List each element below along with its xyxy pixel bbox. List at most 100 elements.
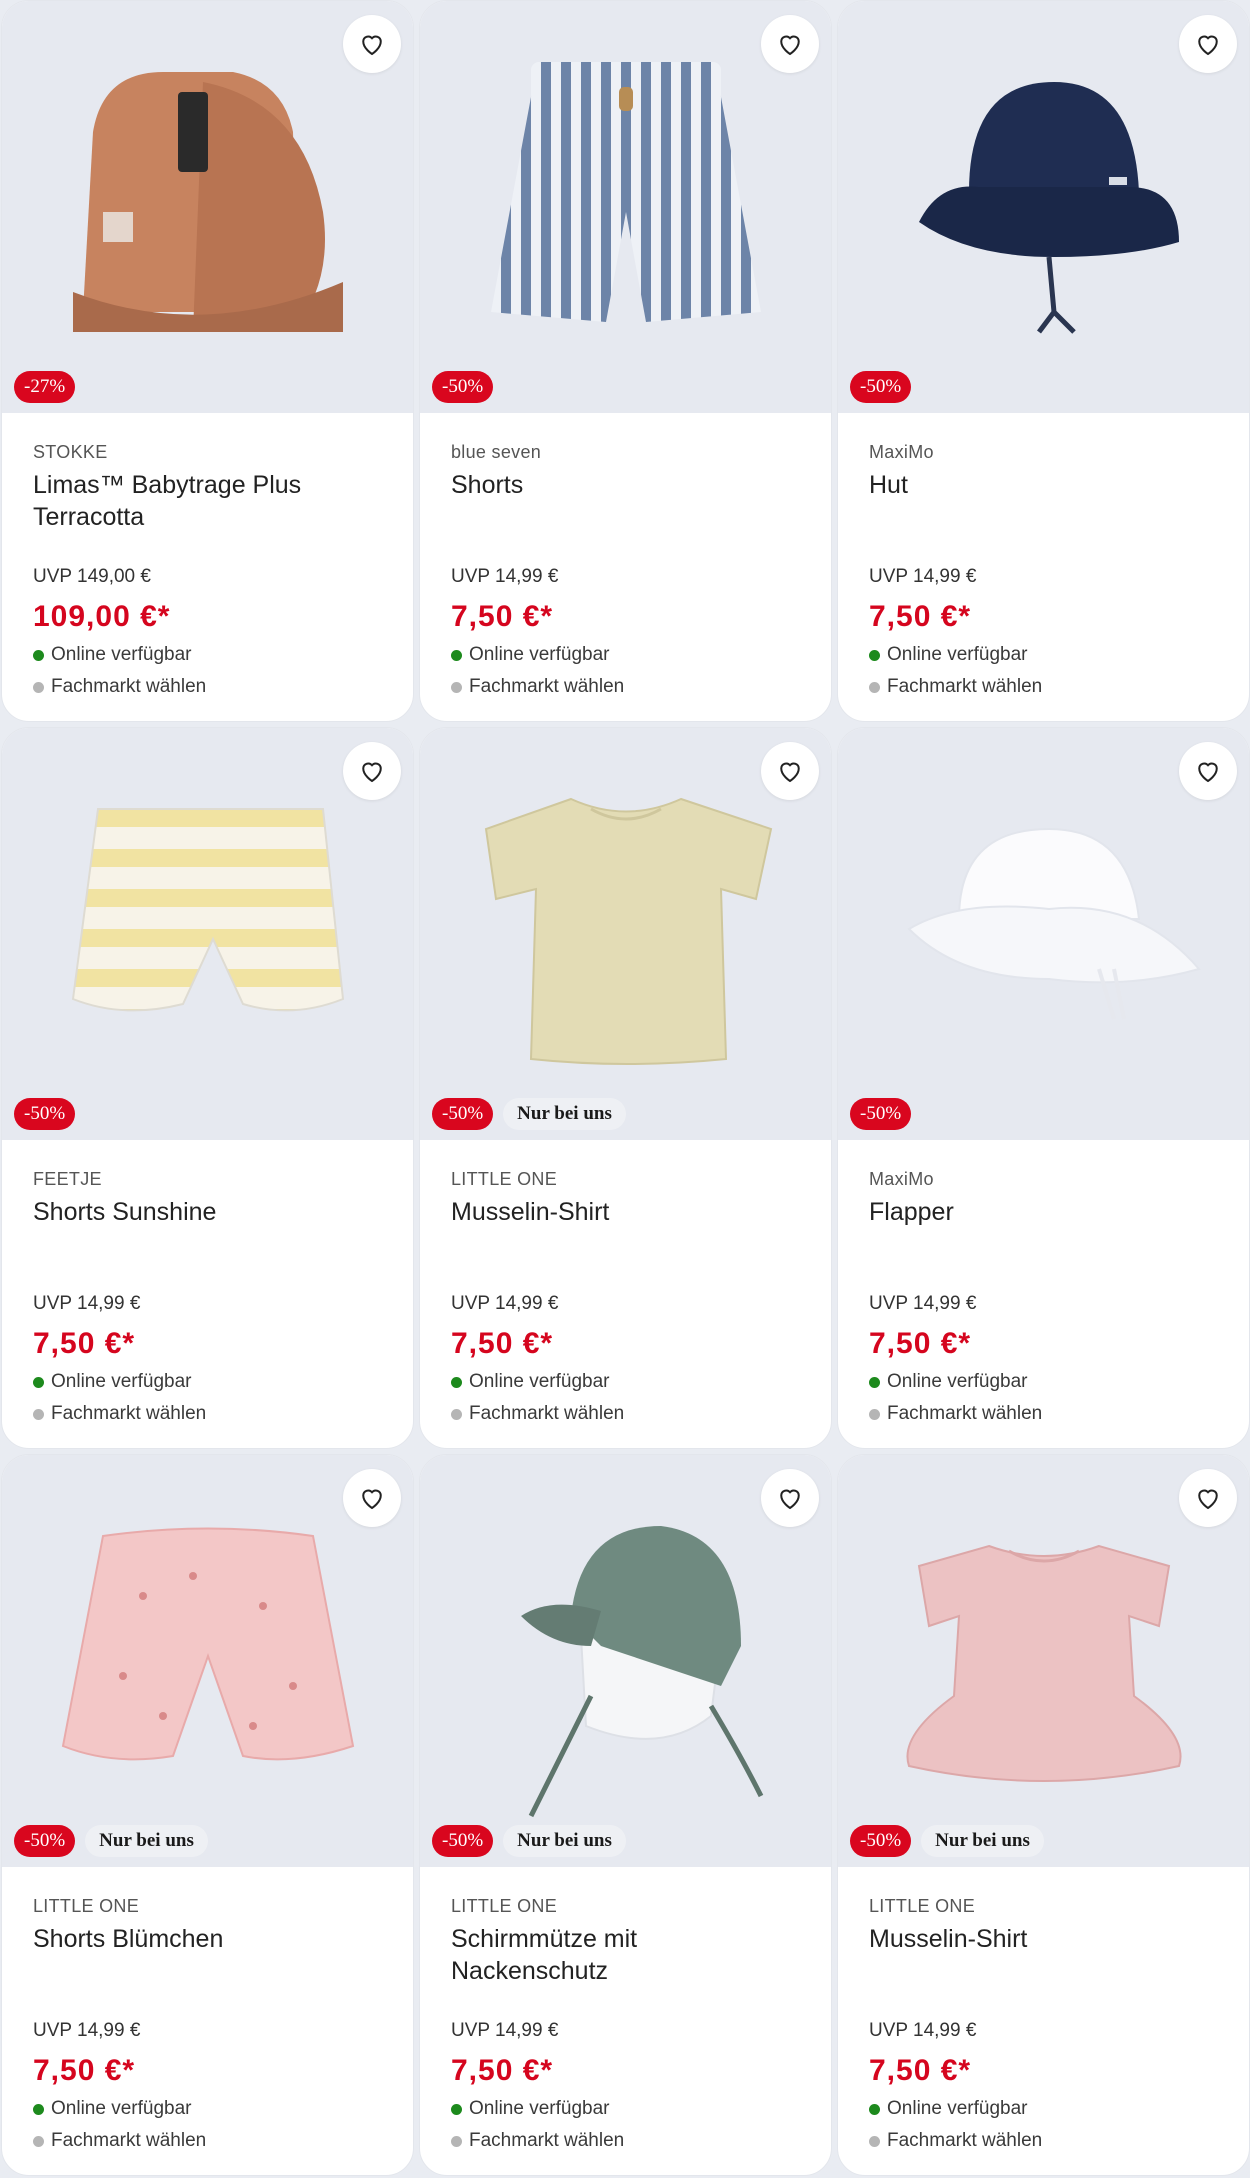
available-dot-icon: [451, 2103, 462, 2115]
wishlist-button[interactable]: [761, 742, 819, 800]
wishlist-button[interactable]: [1179, 1469, 1237, 1527]
wishlist-button[interactable]: [1179, 742, 1237, 800]
product-card[interactable]: -50% MaxiMo Flapper UVP 14,99 € 7,50 €* …: [837, 727, 1250, 1449]
store-dot-icon: [33, 1408, 44, 1420]
product-title[interactable]: Schirmmütze mit Nackenschutz: [451, 1923, 801, 2019]
store-select[interactable]: Fachmarkt wählen: [33, 2127, 383, 2155]
product-image-area[interactable]: -50%: [420, 1, 831, 413]
product-image-area[interactable]: -27%: [2, 1, 413, 413]
store-dot-icon: [451, 2135, 462, 2147]
product-uvp: UVP 149,00 €: [33, 566, 151, 587]
product-brand: MaxiMo: [869, 1169, 934, 1189]
online-label: Online verfügbar: [887, 2098, 1028, 2119]
store-label[interactable]: Fachmarkt wählen: [51, 2130, 206, 2152]
store-label[interactable]: Fachmarkt wählen: [469, 1403, 624, 1425]
product-title[interactable]: Hut: [869, 469, 1219, 565]
product-uvp: UVP 14,99 €: [869, 2020, 977, 2041]
product-card[interactable]: -50% Nur bei uns LITTLE ONE Musselin-Shi…: [419, 727, 832, 1449]
product-brand: LITTLE ONE: [33, 1896, 140, 1916]
product-info: STOKKE Limas™ Babytrage Plus Terracotta …: [2, 413, 413, 701]
product-image-area[interactable]: -50% Nur bei uns: [838, 1455, 1249, 1867]
store-label[interactable]: Fachmarkt wählen: [51, 1403, 206, 1425]
product-image-area[interactable]: -50%: [838, 728, 1249, 1140]
product-card[interactable]: -27% STOKKE Limas™ Babytrage Plus Terrac…: [1, 0, 414, 722]
store-select[interactable]: Fachmarkt wählen: [869, 1400, 1219, 1428]
exclusive-badge: Nur bei uns: [85, 1825, 208, 1857]
store-select[interactable]: Fachmarkt wählen: [33, 673, 383, 701]
product-price: 7,50 €*: [33, 2054, 136, 2087]
badge-row: -50%: [432, 371, 494, 403]
product-title[interactable]: Musselin-Shirt: [869, 1923, 1219, 2019]
product-image-area[interactable]: -50%: [838, 1, 1249, 413]
available-dot-icon: [869, 2103, 880, 2115]
store-select[interactable]: Fachmarkt wählen: [869, 2127, 1219, 2155]
product-title[interactable]: Flapper: [869, 1196, 1219, 1292]
wishlist-button[interactable]: [343, 742, 401, 800]
online-label: Online verfügbar: [469, 1371, 610, 1392]
store-select[interactable]: Fachmarkt wählen: [869, 673, 1219, 701]
product-card[interactable]: -50% blue seven Shorts UVP 14,99 € 7,50 …: [419, 0, 832, 722]
wishlist-button[interactable]: [761, 15, 819, 73]
store-select[interactable]: Fachmarkt wählen: [451, 2127, 801, 2155]
store-label[interactable]: Fachmarkt wählen: [469, 676, 624, 698]
product-image-area[interactable]: -50% Nur bei uns: [2, 1455, 413, 1867]
online-label: Online verfügbar: [469, 2098, 610, 2119]
available-dot-icon: [33, 649, 44, 661]
store-select[interactable]: Fachmarkt wählen: [451, 673, 801, 701]
store-label[interactable]: Fachmarkt wählen: [887, 1403, 1042, 1425]
product-card[interactable]: -50% Nur bei uns LITTLE ONE Schirmmütze …: [419, 1454, 832, 2176]
product-card[interactable]: -50% FEETJE Shorts Sunshine UVP 14,99 € …: [1, 727, 414, 1449]
product-title[interactable]: Limas™ Babytrage Plus Terracotta: [33, 469, 383, 565]
store-dot-icon: [451, 681, 462, 693]
product-title[interactable]: Shorts Sunshine: [33, 1196, 383, 1292]
available-dot-icon: [869, 1376, 880, 1388]
store-select[interactable]: Fachmarkt wählen: [451, 1400, 801, 1428]
online-availability: Online verfügbar: [33, 641, 383, 669]
store-label[interactable]: Fachmarkt wählen: [887, 2130, 1042, 2152]
store-label[interactable]: Fachmarkt wählen: [469, 2130, 624, 2152]
wishlist-button[interactable]: [343, 15, 401, 73]
product-image-area[interactable]: -50% Nur bei uns: [420, 728, 831, 1140]
product-info: FEETJE Shorts Sunshine UVP 14,99 € 7,50 …: [2, 1140, 413, 1428]
product-card[interactable]: -50% Nur bei uns LITTLE ONE Musselin-Shi…: [837, 1454, 1250, 2176]
product-brand: blue seven: [451, 442, 542, 462]
product-card[interactable]: -50% MaxiMo Hut UVP 14,99 € 7,50 €* Onli…: [837, 0, 1250, 722]
badge-row: -50%: [850, 1098, 912, 1130]
online-availability: Online verfügbar: [869, 641, 1219, 669]
product-image-area[interactable]: -50%: [2, 728, 413, 1140]
product-image-area[interactable]: -50% Nur bei uns: [420, 1455, 831, 1867]
store-dot-icon: [869, 2135, 880, 2147]
yellow-shorts-image: [71, 808, 344, 1012]
exclusive-badge: Nur bei uns: [503, 1098, 626, 1130]
store-dot-icon: [451, 1408, 462, 1420]
product-title[interactable]: Shorts Blümchen: [33, 1923, 383, 2019]
online-label: Online verfügbar: [887, 644, 1028, 665]
store-dot-icon: [33, 681, 44, 693]
discount-badge: -50%: [432, 1098, 494, 1130]
heart-icon: [1198, 762, 1218, 783]
discount-badge: -50%: [14, 1825, 76, 1857]
product-info: MaxiMo Flapper UVP 14,99 € 7,50 €* Onlin…: [838, 1140, 1249, 1428]
product-title[interactable]: Musselin-Shirt: [451, 1196, 801, 1292]
discount-badge: -50%: [850, 1098, 912, 1130]
discount-badge: -50%: [850, 1825, 912, 1857]
product-card[interactable]: -50% Nur bei uns LITTLE ONE Shorts Blümc…: [1, 1454, 414, 2176]
cap-neck-guard-image: [520, 1526, 763, 1818]
product-uvp: UVP 14,99 €: [33, 1293, 141, 1314]
store-select[interactable]: Fachmarkt wählen: [33, 1400, 383, 1428]
product-info: blue seven Shorts UVP 14,99 € 7,50 €* On…: [420, 413, 831, 701]
product-grid: -27% STOKKE Limas™ Babytrage Plus Terrac…: [0, 0, 1250, 2178]
badge-row: -50%: [850, 371, 912, 403]
available-dot-icon: [33, 2103, 44, 2115]
baby-carrier-image: [72, 72, 343, 332]
wishlist-button[interactable]: [343, 1469, 401, 1527]
discount-badge: -50%: [432, 371, 494, 403]
store-dot-icon: [869, 1408, 880, 1420]
wishlist-button[interactable]: [761, 1469, 819, 1527]
badge-row: -50% Nur bei uns: [850, 1825, 1044, 1857]
store-label[interactable]: Fachmarkt wählen: [51, 676, 206, 698]
store-label[interactable]: Fachmarkt wählen: [887, 676, 1042, 698]
discount-badge: -27%: [14, 371, 76, 403]
product-title[interactable]: Shorts: [451, 469, 801, 565]
wishlist-button[interactable]: [1179, 15, 1237, 73]
